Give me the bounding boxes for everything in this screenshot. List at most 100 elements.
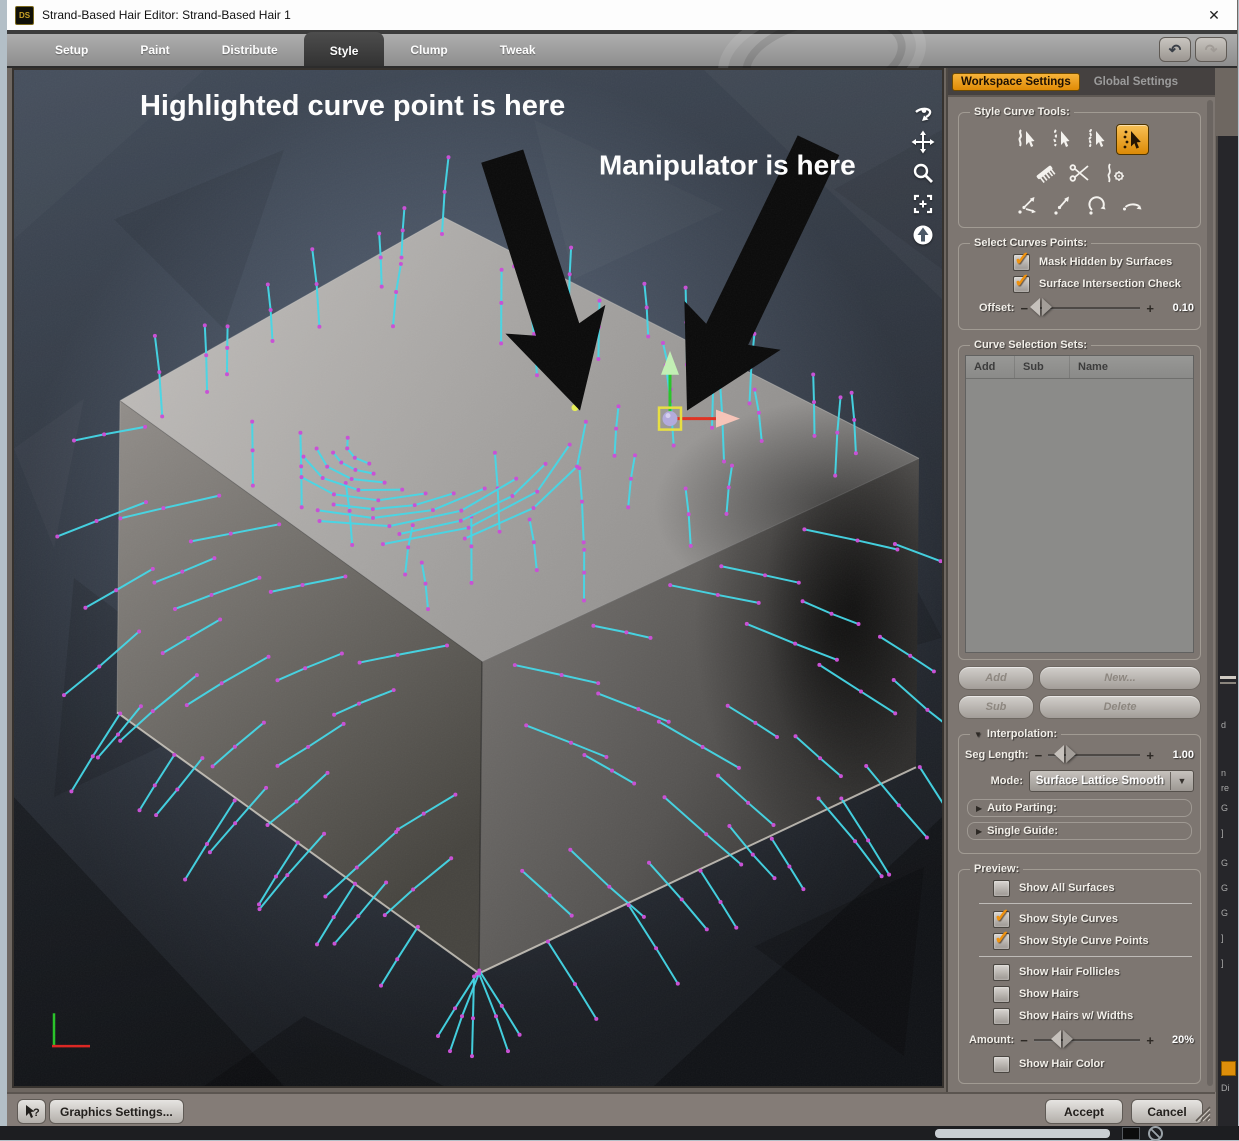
amount-value: 20% <box>1171 1034 1194 1046</box>
curve-selection-sets-title: Curve Selection Sets: <box>974 339 1088 351</box>
slider-increment[interactable]: + <box>1146 748 1154 763</box>
scissors-tool[interactable] <box>1064 158 1095 187</box>
slider-decrement[interactable]: − <box>1035 748 1043 763</box>
3d-viewport[interactable]: Highlighted curve point is here Manipula… <box>12 68 944 1088</box>
tab-distribute[interactable]: Distribute <box>196 34 304 66</box>
slider-increment[interactable]: + <box>1146 301 1154 316</box>
move-point-tool[interactable] <box>1012 190 1043 219</box>
show-hair-color-checkbox[interactable] <box>993 1055 1010 1073</box>
mode-dropdown[interactable]: Surface Lattice Smooth ▼ <box>1029 770 1194 792</box>
tab-paint[interactable]: Paint <box>114 34 195 66</box>
interpolation-group: ▼ Interpolation: Seg Length: − + 1.00 Mod… <box>958 728 1201 854</box>
amount-slider[interactable] <box>1033 1029 1141 1048</box>
background-text-fragment: G <box>1221 883 1229 893</box>
accept-button[interactable]: Accept <box>1045 1099 1123 1124</box>
background-text-fragment: ] <box>1221 933 1224 943</box>
slider-increment[interactable]: + <box>1146 1033 1154 1048</box>
sub-button[interactable]: Sub <box>958 695 1034 719</box>
aim-icon[interactable] <box>910 222 936 248</box>
panel-scrollbar[interactable] <box>1207 100 1213 1086</box>
seg-length-slider[interactable] <box>1048 744 1141 763</box>
style-curve-tools-title: Style Curve Tools: <box>974 106 1070 118</box>
seg-length-value: 1.00 <box>1172 749 1194 761</box>
expand-arrow-icon: ▶ <box>976 803 983 813</box>
collapse-arrow-icon: ▼ <box>974 730 982 739</box>
checkbox[interactable] <box>993 879 1010 897</box>
bend-curve-tool[interactable] <box>1117 190 1148 219</box>
tab-global-settings[interactable]: Global Settings <box>1094 76 1178 88</box>
slider-decrement[interactable]: − <box>1020 1033 1028 1048</box>
background-text-fragment: re <box>1221 783 1230 793</box>
offset-slider-handle[interactable] <box>1030 297 1053 317</box>
offset-label: Offset: <box>979 302 1015 314</box>
close-icon[interactable]: ✕ <box>1205 6 1223 24</box>
redo-icon[interactable]: ↷ <box>1195 37 1227 62</box>
surface-intersection-checkbox[interactable] <box>1013 270 1030 293</box>
style-select-soft-tool[interactable] <box>1046 124 1077 153</box>
mask-hidden-checkbox[interactable] <box>1013 248 1030 271</box>
show-hair-follicles-row[interactable]: Show Hair Follicles <box>993 961 1194 983</box>
checkbox-label: Show Hairs w/ Widths <box>1019 1010 1134 1022</box>
zoom-icon[interactable] <box>910 160 936 186</box>
new-button[interactable]: New... <box>1039 666 1201 690</box>
background-text-fragment: G <box>1221 908 1229 918</box>
select-curves-points-group: Select Curves Points: Mask Hidden by Sur… <box>958 237 1201 330</box>
curve-selection-sets-table[interactable]: Add Sub Name <box>965 355 1194 653</box>
chevron-down-icon[interactable]: ▼ <box>1170 772 1193 790</box>
tab-workspace-settings[interactable]: Workspace Settings <box>952 72 1080 91</box>
checkbox[interactable] <box>993 963 1010 981</box>
resize-grip[interactable] <box>1193 1104 1211 1122</box>
comb-tool[interactable] <box>1029 158 1060 187</box>
undo-icon[interactable]: ↶ <box>1159 37 1191 62</box>
single-guide-section[interactable]: ▶ Single Guide: <box>967 822 1192 840</box>
help-cursor-button[interactable]: ? <box>17 1099 46 1124</box>
show-hair-color-row[interactable]: Show Hair Color <box>993 1053 1194 1075</box>
style-select-tool[interactable] <box>1011 124 1042 153</box>
show-style-curves-row[interactable]: Show Style Curves <box>993 905 1194 930</box>
seg-length-slider-handle[interactable] <box>1053 744 1076 764</box>
offset-value: 0.10 <box>1172 302 1194 314</box>
curl-curve-tool[interactable] <box>1082 190 1113 219</box>
interpolation-header[interactable]: ▼ Interpolation: <box>970 728 1061 740</box>
slider-decrement[interactable]: − <box>1020 301 1028 316</box>
show-style-curve-points-row[interactable]: Show Style Curve Points <box>993 927 1194 952</box>
column-header-name[interactable]: Name <box>1070 356 1193 378</box>
auto-parting-section[interactable]: ▶ Auto Parting: <box>967 799 1192 817</box>
background-text-fragment: G <box>1221 858 1229 868</box>
show-hairs-w-widths-row[interactable]: Show Hairs w/ Widths <box>993 1005 1194 1027</box>
delete-button[interactable]: Delete <box>1039 695 1201 719</box>
tab-header: Setup Paint Distribute Style Clump Tweak ↶ ↷ <box>7 30 1237 68</box>
style-select-points-tool[interactable] <box>1081 124 1112 153</box>
orbit-icon[interactable] <box>910 98 936 124</box>
tab-tweak[interactable]: Tweak <box>474 34 562 66</box>
show-all-surfaces-row[interactable]: Show All Surfaces <box>993 877 1194 899</box>
graphics-settings-button[interactable]: Graphics Settings... <box>49 1099 184 1124</box>
offset-slider[interactable] <box>1030 297 1141 316</box>
mask-hidden-checkbox-row[interactable]: Mask Hidden by Surfaces <box>1013 248 1194 273</box>
checkbox[interactable] <box>993 927 1010 950</box>
preview-title: Preview: <box>974 863 1020 875</box>
curve-options-tool[interactable] <box>1099 158 1130 187</box>
svg-text:?: ? <box>33 1107 40 1119</box>
tab-setup[interactable]: Setup <box>29 34 114 66</box>
checkbox[interactable] <box>993 905 1010 928</box>
column-header-add[interactable]: Add <box>966 356 1015 378</box>
title-bar[interactable]: DS Strand-Based Hair Editor: Strand-Base… <box>7 0 1237 31</box>
add-button[interactable]: Add <box>958 666 1034 690</box>
style-select-points-grid-tool[interactable] <box>1115 124 1149 155</box>
amount-slider-handle[interactable] <box>1050 1029 1073 1049</box>
mode-dropdown-value: Surface Lattice Smooth <box>1035 775 1165 787</box>
show-hairs-row[interactable]: Show Hairs <box>993 983 1194 1005</box>
curve-selection-sets-empty-body[interactable] <box>966 379 1193 652</box>
checkbox[interactable] <box>993 985 1010 1003</box>
column-header-sub[interactable]: Sub <box>1015 356 1070 378</box>
seg-length-label: Seg Length: <box>965 749 1029 761</box>
tab-clump[interactable]: Clump <box>384 34 473 66</box>
background-text-fragment: ] <box>1221 828 1224 838</box>
frame-icon[interactable] <box>910 191 936 217</box>
checkbox[interactable] <box>993 1007 1010 1025</box>
pan-icon[interactable] <box>910 129 936 155</box>
extend-curve-tool[interactable] <box>1047 190 1078 219</box>
surface-intersection-checkbox-row[interactable]: Surface Intersection Check <box>1013 270 1194 295</box>
tab-style[interactable]: Style <box>303 32 385 66</box>
